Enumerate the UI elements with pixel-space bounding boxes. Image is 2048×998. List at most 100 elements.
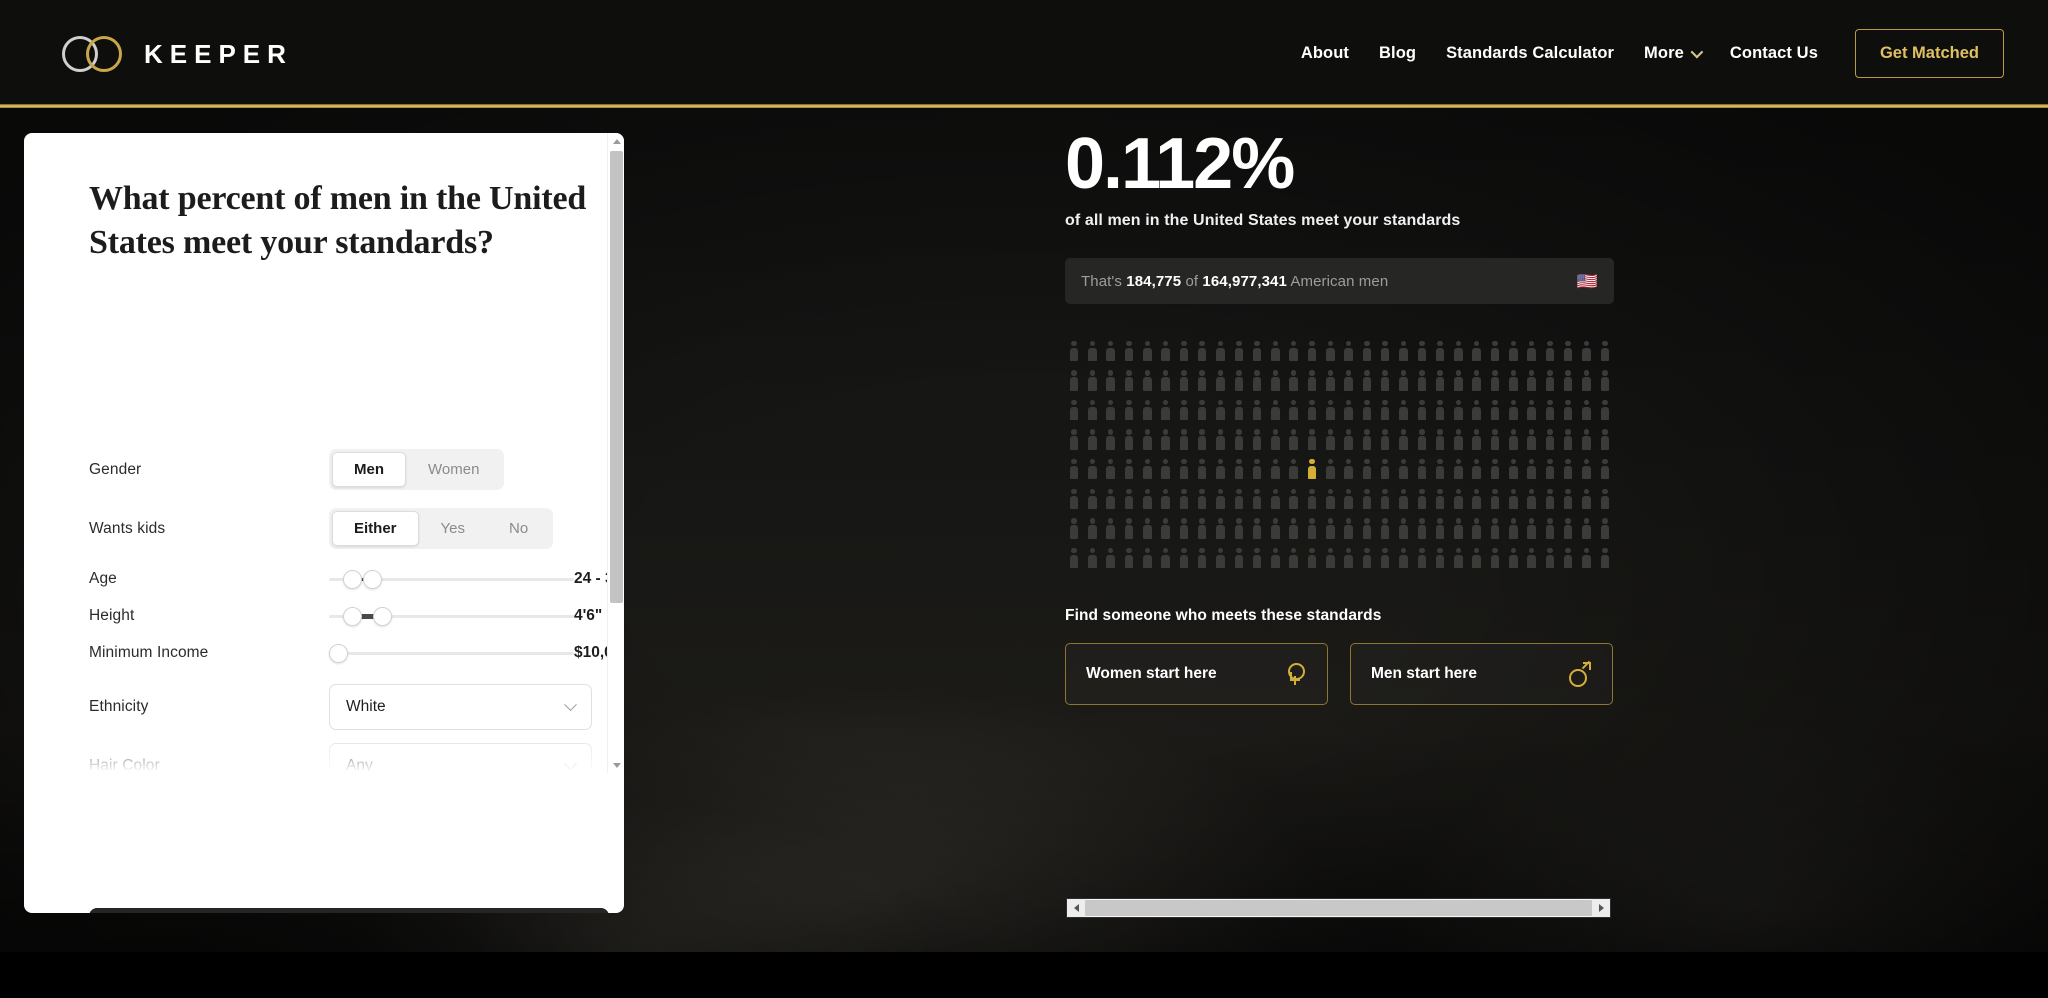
stat-suffix: American men [1286, 272, 1389, 290]
scroll-left-arrow-icon[interactable] [1067, 899, 1085, 917]
height-slider-min-handle[interactable] [343, 607, 362, 626]
age-range-slider[interactable] [329, 567, 574, 591]
women-start-here-button[interactable]: Women start here [1065, 642, 1328, 705]
nav-item-blog[interactable]: Blog [1364, 44, 1431, 63]
horizontal-scrollbar[interactable] [1066, 898, 1611, 918]
person-icon [1577, 543, 1595, 573]
scroll-up-arrow-icon[interactable] [608, 133, 624, 149]
person-icon [1156, 336, 1174, 366]
nav-item-contact-us[interactable]: Contact Us [1715, 44, 1833, 63]
wants-kids-option-no[interactable]: No [487, 511, 550, 546]
lets-find-out-button[interactable]: Let's Find Out [89, 908, 609, 913]
person-icon [1504, 366, 1522, 396]
height-label: Height [89, 607, 135, 624]
card-scrollbar-thumb[interactable] [610, 151, 623, 603]
person-icon [1449, 514, 1467, 544]
person-icon [1339, 543, 1357, 573]
person-icon [1211, 336, 1229, 366]
nav-item-about[interactable]: About [1286, 44, 1364, 63]
person-icon [1468, 484, 1486, 514]
gender-segmented-control: Men Women [329, 449, 505, 490]
header-gold-divider [0, 104, 2048, 108]
person-icon [1394, 484, 1412, 514]
ethnicity-select[interactable]: White [329, 684, 592, 730]
find-someone-label: Find someone who meets these standards [1065, 606, 1382, 624]
person-icon [1394, 543, 1412, 573]
person-icon [1193, 366, 1211, 396]
nav-item-standards-calculator[interactable]: Standards Calculator [1431, 44, 1629, 63]
scroll-down-arrow-icon[interactable] [608, 757, 624, 773]
person-icon [1577, 514, 1595, 544]
card-vertical-scrollbar[interactable] [607, 133, 624, 773]
get-matched-button[interactable]: Get Matched [1854, 29, 2004, 78]
person-icon [1358, 454, 1376, 484]
person-icon [1303, 425, 1321, 455]
person-icon [1413, 336, 1431, 366]
person-icon [1175, 454, 1193, 484]
person-icon [1504, 454, 1522, 484]
person-icon [1156, 366, 1174, 396]
stat-middle: of [1181, 272, 1203, 290]
height-range-slider[interactable] [329, 604, 574, 628]
person-icon [1358, 484, 1376, 514]
main-navigation: About Blog Standards Calculator More Con… [1286, 0, 2004, 107]
person-icon [1303, 484, 1321, 514]
person-icon [1285, 484, 1303, 514]
hair-color-select[interactable]: Any [329, 743, 592, 773]
height-slider-max-handle[interactable] [373, 607, 392, 626]
person-icon [1468, 543, 1486, 573]
person-icon [1596, 514, 1614, 544]
person-icon [1120, 514, 1138, 544]
person-icon [1303, 543, 1321, 573]
person-icon [1248, 395, 1266, 425]
person-icon [1266, 336, 1284, 366]
person-icon [1230, 395, 1248, 425]
venus-symbol-icon [1283, 662, 1307, 686]
person-icon [1211, 454, 1229, 484]
age-slider-min-handle[interactable] [343, 570, 362, 589]
person-icon [1193, 454, 1211, 484]
person-icon [1120, 395, 1138, 425]
person-icon [1102, 366, 1120, 396]
person-icon [1504, 395, 1522, 425]
person-icon [1321, 395, 1339, 425]
age-slider-max-handle[interactable] [363, 570, 382, 589]
gender-option-men[interactable]: Men [332, 452, 406, 487]
income-slider[interactable] [329, 641, 574, 665]
person-icon [1266, 514, 1284, 544]
person-icon [1394, 454, 1412, 484]
person-icon [1468, 336, 1486, 366]
horizontal-scrollbar-track[interactable] [1085, 899, 1592, 917]
person-icon [1193, 543, 1211, 573]
gender-option-women[interactable]: Women [406, 452, 501, 487]
person-icon [1559, 454, 1577, 484]
income-slider-handle[interactable] [329, 644, 348, 663]
wants-kids-option-yes[interactable]: Yes [419, 511, 487, 546]
person-icon [1321, 484, 1339, 514]
person-icon [1083, 543, 1101, 573]
person-icon [1248, 425, 1266, 455]
person-icon [1303, 395, 1321, 425]
person-icon [1486, 484, 1504, 514]
person-icon [1321, 514, 1339, 544]
person-icon [1303, 336, 1321, 366]
person-icon [1083, 514, 1101, 544]
person-icon [1413, 395, 1431, 425]
person-icon [1102, 336, 1120, 366]
scroll-right-arrow-icon[interactable] [1592, 899, 1610, 917]
keeper-logo[interactable]: KEEPER [62, 29, 293, 79]
person-icon [1156, 425, 1174, 455]
men-start-here-button[interactable]: Men start here [1350, 642, 1613, 705]
person-icon [1376, 484, 1394, 514]
person-icon [1541, 425, 1559, 455]
nav-item-more[interactable]: More [1629, 44, 1715, 63]
age-label: Age [89, 570, 117, 587]
wants-kids-option-either[interactable]: Either [332, 511, 419, 546]
horizontal-scrollbar-thumb[interactable] [1085, 900, 1592, 916]
site-header: KEEPER About Blog Standards Calculator M… [0, 0, 2048, 107]
person-icon [1577, 484, 1595, 514]
person-icon [1266, 395, 1284, 425]
field-row-wants-kids: Wants kids Either Yes No [89, 508, 589, 549]
person-icon [1468, 454, 1486, 484]
person-icon [1376, 366, 1394, 396]
